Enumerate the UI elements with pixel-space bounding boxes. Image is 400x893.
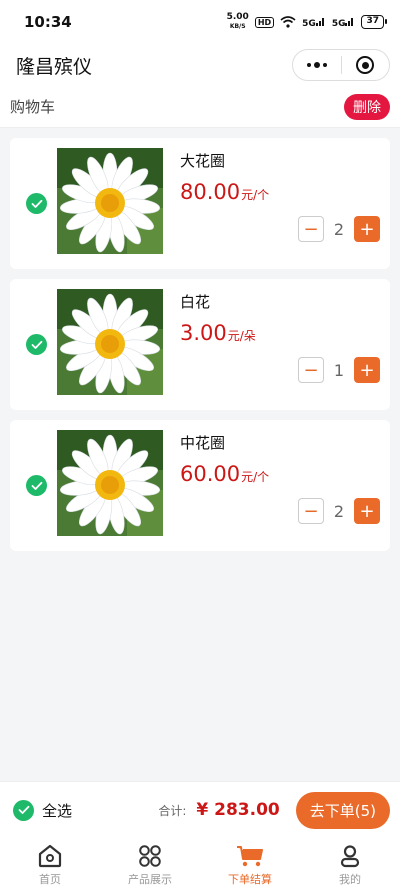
checkmark-icon (18, 805, 29, 814)
status-icons: 5.00 KB/S HD 5G 5G 37 (226, 12, 387, 31)
signal-1-icon: 5G (302, 16, 326, 29)
grid-icon (139, 845, 161, 867)
decrease-button[interactable]: − (298, 498, 324, 524)
decrease-button[interactable]: − (298, 216, 324, 242)
total-value: ¥ 283.00 (196, 800, 280, 820)
cart-header: 购物车 删除 (0, 86, 400, 128)
tab-bar: 首页 产品展示 下单结算 我的 (0, 838, 400, 893)
checkmark-icon (31, 340, 42, 349)
daisy-flower-image (57, 430, 163, 536)
quantity-stepper: − 1 + (298, 357, 380, 383)
increase-button[interactable]: + (354, 498, 380, 524)
place-order-button[interactable]: 去下单(5) (295, 791, 390, 829)
daisy-flower-image (57, 289, 163, 395)
page-title: 隆昌殡仪 (16, 55, 93, 78)
cart-title: 购物车 (10, 98, 56, 116)
item-price: 3.00 元/朵 (180, 321, 256, 345)
tab-mine[interactable]: 我的 (300, 838, 400, 893)
select-all-label[interactable]: 全选 (42, 800, 72, 821)
tab-label: 我的 (339, 873, 361, 886)
user-icon (340, 845, 360, 868)
close-button[interactable] (342, 50, 390, 80)
total-label: 合计: (158, 803, 187, 818)
cart-item: 中花圈 60.00 元/个 − 2 + (10, 420, 390, 551)
item-price: 60.00 元/个 (180, 462, 270, 486)
cart-item: 大花圈 80.00 元/个 − 2 + (10, 138, 390, 269)
daisy-flower-image (57, 148, 163, 254)
decrease-button[interactable]: − (298, 357, 324, 383)
select-all-checkbox[interactable] (13, 799, 34, 821)
item-name: 大花圈 (180, 152, 226, 170)
item-checkbox[interactable] (26, 475, 47, 496)
item-price: 80.00 元/个 (180, 180, 270, 204)
quantity-value: 2 (333, 501, 345, 521)
more-dots-icon (306, 62, 327, 68)
hd-icon: HD (254, 16, 275, 28)
tab-home[interactable]: 首页 (0, 838, 100, 893)
increase-button[interactable]: + (354, 357, 380, 383)
item-name: 白花 (180, 293, 211, 311)
home-icon (38, 844, 62, 868)
nav-bar: 隆昌殡仪 (0, 44, 400, 86)
tab-checkout[interactable]: 下单结算 (200, 838, 300, 893)
quantity-stepper: − 2 + (298, 498, 380, 524)
cart-icon (237, 846, 263, 867)
mini-program-capsule (292, 49, 390, 81)
wifi-icon (280, 16, 296, 28)
item-checkbox[interactable] (26, 334, 47, 355)
quantity-value: 2 (333, 219, 345, 239)
net-speed: 5.00 KB/S (226, 12, 249, 31)
cart-item: 白花 3.00 元/朵 − 1 + (10, 279, 390, 410)
tab-label: 下单结算 (228, 873, 272, 886)
checkout-bar: 全选 合计: ¥ 283.00 去下单(5) (0, 781, 400, 838)
checkmark-icon (31, 481, 42, 490)
signal-2-icon: 5G (332, 16, 356, 29)
close-target-icon (356, 56, 375, 74)
tab-label: 首页 (39, 873, 61, 886)
checkmark-icon (31, 199, 42, 208)
status-time: 10:34 (24, 13, 72, 31)
item-name: 中花圈 (180, 434, 226, 452)
battery-icon: 37 (361, 15, 387, 29)
quantity-value: 1 (333, 360, 345, 380)
status-bar: 10:34 5.00 KB/S HD 5G 5G 37 (0, 0, 400, 44)
item-checkbox[interactable] (26, 193, 47, 214)
increase-button[interactable]: + (354, 216, 380, 242)
more-button[interactable] (293, 50, 341, 80)
tab-products[interactable]: 产品展示 (100, 838, 200, 893)
delete-button[interactable]: 删除 (344, 93, 390, 120)
quantity-stepper: − 2 + (298, 216, 380, 242)
tab-label: 产品展示 (128, 873, 172, 886)
